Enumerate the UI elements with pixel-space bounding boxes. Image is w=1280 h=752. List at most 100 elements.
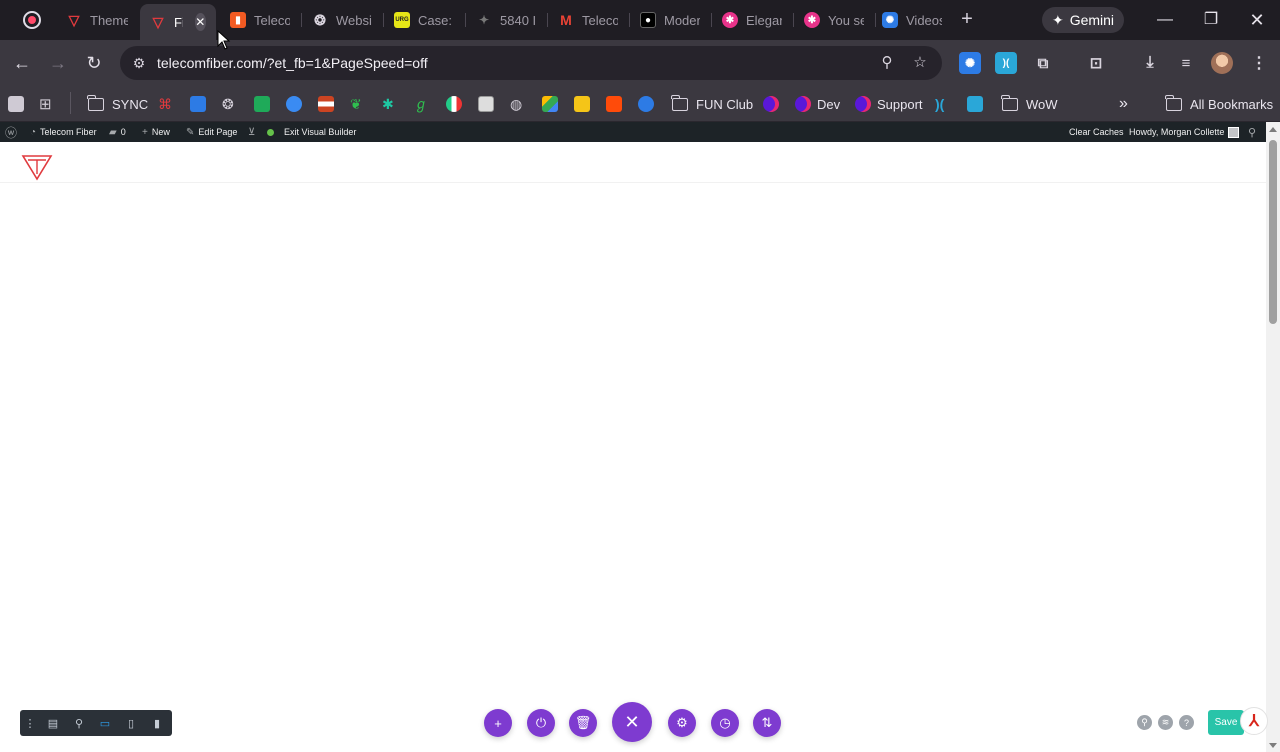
- bookmark-icon[interactable]: [967, 92, 983, 116]
- gemini-button[interactable]: ✦ Gemini: [1042, 7, 1124, 33]
- extensions-puzzle-icon[interactable]: ⧉: [1032, 52, 1054, 74]
- bookmark-icon[interactable]: [254, 92, 270, 116]
- zoom-icon[interactable]: ⚲: [877, 53, 897, 73]
- account-menu[interactable]: Howdy, Morgan Collette: [1129, 122, 1240, 142]
- tab-you-se[interactable]: ✱ You se: [794, 6, 874, 34]
- tablet-view-icon[interactable]: ▯: [118, 710, 144, 736]
- history-button[interactable]: ◷: [711, 709, 739, 737]
- new-content-link[interactable]: + New: [142, 122, 170, 142]
- layers-icon[interactable]: ≋: [1158, 715, 1173, 730]
- tab-gmail[interactable]: M Teleco: [548, 6, 628, 34]
- apps-grid-icon[interactable]: ⊞: [39, 92, 52, 116]
- wireframe-icon[interactable]: ▤: [40, 710, 66, 736]
- bookmark-icon[interactable]: [318, 92, 334, 116]
- tab-moder[interactable]: ● Moder: [630, 6, 710, 34]
- phone-view-icon[interactable]: ▮: [144, 710, 170, 736]
- bookmark-icon[interactable]: [606, 92, 622, 116]
- site-info-icon[interactable]: ⚙: [130, 54, 148, 72]
- tab-elegant[interactable]: ✱ Elegar: [712, 6, 792, 34]
- divi-logo-icon: ▽: [68, 11, 80, 28]
- bracket-icon[interactable]: )(: [935, 92, 944, 116]
- toolbar: ← → ↻ ⚙ telecomfiber.com/?et_fb=1&PageSp…: [0, 40, 1280, 86]
- bookmark-label: Support: [877, 96, 923, 112]
- scroll-down-icon[interactable]: [1269, 743, 1277, 748]
- page-scrollbar[interactable]: [1266, 122, 1280, 752]
- bookmarks-overflow-button[interactable]: »: [1119, 92, 1128, 116]
- bookmark-icon[interactable]: ✱: [382, 92, 394, 116]
- portability-button[interactable]: ⇅: [753, 709, 781, 737]
- download-icon[interactable]: ⤓: [1139, 52, 1161, 74]
- extension-bracket-icon[interactable]: )(: [995, 52, 1017, 74]
- bookmark-icon[interactable]: [574, 92, 590, 116]
- tab-case[interactable]: URG Case: 2: [384, 6, 464, 34]
- reload-icon[interactable]: ↻: [82, 51, 106, 75]
- power-icon: ⏻: [535, 715, 547, 730]
- back-icon[interactable]: ←: [10, 51, 34, 75]
- scroll-up-icon[interactable]: [1269, 127, 1277, 132]
- forward-icon[interactable]: →: [46, 51, 70, 75]
- close-icon[interactable]: ✕: [194, 13, 206, 31]
- close-settings-button[interactable]: ✕: [612, 702, 652, 742]
- bookmark-support[interactable]: Support: [855, 92, 923, 116]
- address-bar[interactable]: ⚙ telecomfiber.com/?et_fb=1&PageSpeed=of…: [120, 46, 942, 80]
- bookmark-icon[interactable]: [638, 92, 654, 116]
- bookmark-square-icon[interactable]: [8, 92, 24, 116]
- scroll-thumb[interactable]: [1269, 140, 1277, 324]
- bookmark-icon[interactable]: [286, 92, 302, 116]
- save-button[interactable]: Save: [1208, 710, 1244, 735]
- tab-5840[interactable]: ✦ 5840 I: [466, 6, 546, 34]
- bookmark-dev[interactable]: Dev: [795, 92, 840, 116]
- clear-caches-link[interactable]: Clear Caches: [1069, 122, 1124, 142]
- site-name-link[interactable]: ◔ Telecom Fiber: [30, 122, 97, 142]
- pdf-extension-icon[interactable]: ⅄: [1240, 707, 1268, 735]
- bookmark-folder-fun-club[interactable]: FUN Club: [671, 92, 753, 116]
- yoast-icon[interactable]: ⊻: [248, 122, 255, 142]
- minimize-icon[interactable]: —: [1154, 9, 1176, 31]
- load-layout-button[interactable]: ⏻: [527, 709, 555, 737]
- bookmark-icon[interactable]: ⌘: [158, 92, 172, 116]
- menu-kebab-icon[interactable]: ⋮: [1248, 52, 1270, 74]
- bookmark-folder-sync[interactable]: SYNC: [87, 92, 148, 116]
- help-icon[interactable]: ?: [1179, 715, 1194, 730]
- tab-teleco-1[interactable]: ▮ Teleco: [220, 6, 300, 34]
- bookmark-icon[interactable]: [478, 92, 494, 116]
- bookmark-icon[interactable]: [190, 92, 206, 116]
- record-icon[interactable]: [23, 11, 41, 29]
- bookmark-icon[interactable]: [446, 92, 462, 116]
- globe-icon[interactable]: ◍: [510, 92, 522, 116]
- restore-icon[interactable]: ❐: [1200, 9, 1222, 31]
- bookmark-icon[interactable]: ℊ: [414, 92, 428, 116]
- bookmark-folder-wow[interactable]: WoW: [1001, 92, 1058, 116]
- extension-gear-icon[interactable]: ✺: [959, 52, 981, 74]
- tab-theme[interactable]: ▽ Theme: [56, 6, 138, 34]
- media-control-icon[interactable]: ≡: [1175, 52, 1197, 74]
- tab-videos[interactable]: ✺ Videos: [872, 6, 952, 34]
- tab-websi[interactable]: ❂ Websi: [302, 6, 382, 34]
- desktop-view-icon[interactable]: ▭: [92, 710, 118, 736]
- search-icon[interactable]: ⚲: [1248, 122, 1256, 142]
- leaf-icon[interactable]: ❦: [350, 92, 362, 116]
- window-close-icon[interactable]: ✕: [1246, 9, 1268, 31]
- divi-logo-icon: ▽: [152, 13, 164, 30]
- tab-active[interactable]: ▽ Fil ✕: [140, 4, 216, 40]
- tab-search-icon[interactable]: ⊡: [1085, 52, 1107, 74]
- exit-visual-builder-link[interactable]: Exit Visual Builder: [267, 122, 356, 142]
- zoom-icon[interactable]: ⚲: [66, 710, 92, 736]
- star-icon: ✱: [804, 12, 820, 28]
- add-button[interactable]: +: [484, 709, 512, 737]
- all-bookmarks-button[interactable]: All Bookmarks: [1165, 92, 1273, 116]
- bookmark-icon[interactable]: [763, 92, 779, 116]
- new-tab-button[interactable]: +: [956, 9, 978, 31]
- kebab-menu-icon[interactable]: ⋮: [20, 710, 40, 736]
- edit-page-link[interactable]: ✎ Edit Page: [186, 122, 237, 142]
- profile-avatar[interactable]: [1211, 52, 1233, 74]
- openai-icon[interactable]: ❂: [222, 92, 234, 116]
- clear-layout-button[interactable]: 🗑: [569, 709, 597, 737]
- page-settings-button[interactable]: ⚙: [668, 709, 696, 737]
- wordpress-icon[interactable]: ⓦ: [5, 122, 17, 142]
- url-text[interactable]: telecomfiber.com/?et_fb=1&PageSpeed=off: [157, 55, 428, 71]
- drive-icon[interactable]: [542, 92, 558, 116]
- bookmark-star-icon[interactable]: ☆: [910, 53, 930, 73]
- search-icon[interactable]: ⚲: [1137, 715, 1152, 730]
- comments-link[interactable]: ▰ 0: [109, 122, 126, 142]
